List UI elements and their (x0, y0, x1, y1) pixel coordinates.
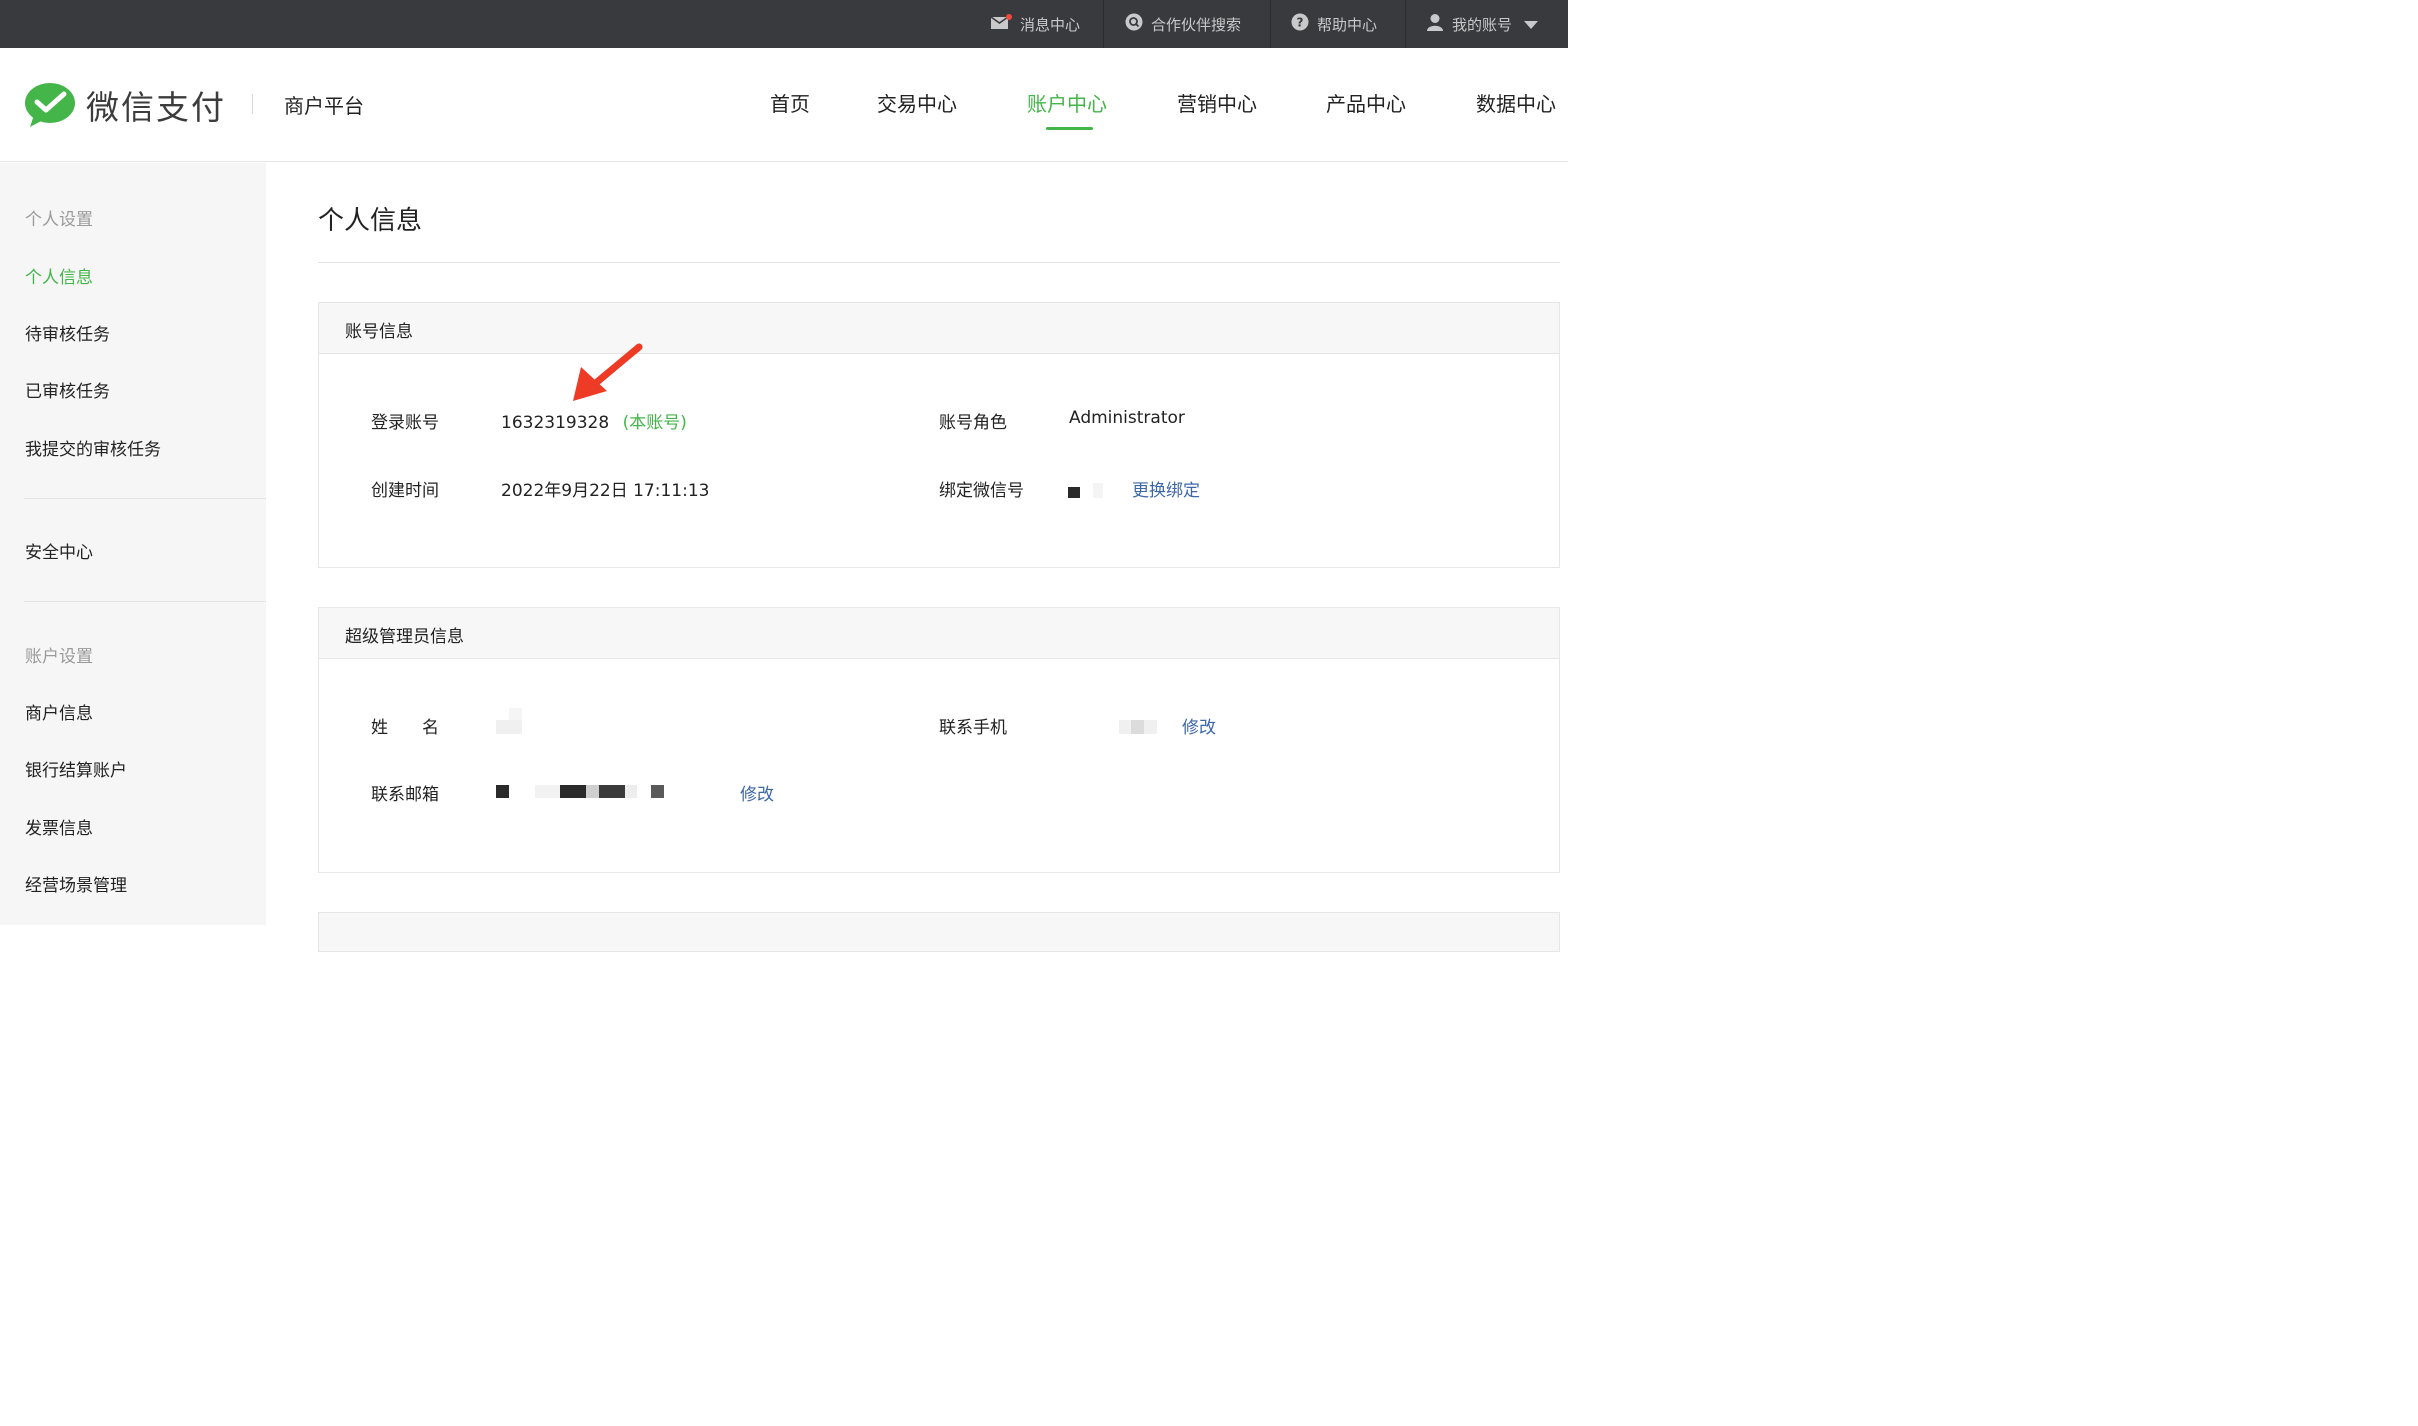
title-divider (318, 262, 1560, 263)
sidebar-item-personal-info[interactable]: 个人信息 (25, 263, 93, 288)
nav-product-center[interactable]: 产品中心 (1326, 88, 1406, 117)
help-icon: ? (1291, 13, 1309, 35)
sidebar-group-account: 账户设置 (25, 647, 93, 667)
rebind-wechat-link[interactable]: 更换绑定 (1132, 476, 1200, 501)
search-icon (1125, 13, 1143, 35)
email-edit-link[interactable]: 修改 (740, 780, 774, 805)
platform-name: 商户平台 (284, 94, 364, 118)
topbar-divider (1270, 0, 1271, 48)
topbar-divider (1405, 0, 1406, 48)
super-admin-panel: 超级管理员信息 姓 名 联系手机 修改 联系邮箱 修改 (318, 607, 1560, 873)
svg-text:?: ? (1297, 16, 1304, 30)
created-time-value: 2022年9月22日 17:11:13 (501, 481, 710, 501)
bound-wechat-label: 绑定微信号 (939, 481, 1024, 501)
created-time-label: 创建时间 (371, 481, 439, 501)
partner-search-label: 合作伙伴搜索 (1151, 15, 1242, 34)
contact-phone-label: 联系手机 (939, 718, 1007, 738)
nav-home[interactable]: 首页 (770, 88, 810, 117)
my-account-label: 我的账号 (1452, 15, 1513, 34)
phone-edit-link[interactable]: 修改 (1182, 713, 1216, 738)
help-center-label: 帮助中心 (1317, 15, 1378, 34)
help-center-link[interactable]: ? 帮助中心 (1291, 0, 1377, 48)
sidebar-item-security-center[interactable]: 安全中心 (25, 538, 93, 563)
login-account-label: 登录账号 (371, 413, 439, 433)
nav-account-center[interactable]: 账户中心 (1027, 88, 1107, 117)
sidebar-divider (24, 601, 266, 602)
wechat-pay-logo-icon[interactable] (24, 82, 76, 128)
sidebar-item-scene-mgmt[interactable]: 经营场景管理 (25, 871, 127, 896)
message-center-link[interactable]: 消息中心 (990, 0, 1080, 48)
nav-marketing-center[interactable]: 营销中心 (1177, 88, 1257, 117)
panel-header: 超级管理员信息 (319, 608, 1559, 659)
account-role-value: Administrator (1069, 408, 1185, 428)
panel-header: 账号信息 (319, 303, 1559, 354)
partner-search-link[interactable]: 合作伙伴搜索 (1125, 0, 1241, 48)
current-account-tag: (本账号) (622, 413, 687, 433)
user-icon (1426, 13, 1444, 35)
login-account-number: 1632319328 (501, 413, 610, 433)
nav-data-center[interactable]: 数据中心 (1476, 88, 1556, 117)
annotation-arrow-icon (573, 343, 643, 401)
sidebar-item-reviewed[interactable]: 已审核任务 (25, 377, 110, 402)
sidebar-item-merchant-info[interactable]: 商户信息 (25, 699, 93, 724)
chevron-down-icon (1524, 15, 1539, 33)
sidebar-divider (24, 498, 266, 499)
contact-email-label: 联系邮箱 (371, 785, 439, 805)
sidebar-group-personal: 个人设置 (25, 210, 93, 230)
sidebar-item-pending-review[interactable]: 待审核任务 (25, 320, 110, 345)
name-label: 姓 名 (371, 718, 439, 738)
nav-transaction-center[interactable]: 交易中心 (877, 88, 957, 117)
message-center-label: 消息中心 (1020, 15, 1081, 34)
panel-title: 账号信息 (345, 322, 413, 342)
account-role-label: 账号角色 (939, 413, 1007, 433)
top-utility-bar: 消息中心 合作伙伴搜索 ? 帮助中心 我的账号 (0, 0, 1568, 48)
mail-icon (990, 14, 1012, 34)
brand-name: 微信支付 (86, 88, 226, 127)
panel-title: 超级管理员信息 (345, 627, 464, 647)
sidebar-item-invoice-info[interactable]: 发票信息 (25, 814, 93, 839)
login-account-value: 1632319328 (本账号) (501, 408, 687, 433)
page-title: 个人信息 (318, 206, 423, 236)
active-nav-indicator (1046, 127, 1093, 130)
topbar-divider (1103, 0, 1104, 48)
my-account-menu[interactable]: 我的账号 (1426, 0, 1539, 48)
account-info-panel: 账号信息 登录账号 1632319328 (本账号) 账号角色 Administ… (318, 302, 1560, 568)
brand-divider (252, 94, 253, 114)
next-panel (318, 912, 1560, 952)
sidebar-item-my-submitted[interactable]: 我提交的审核任务 (25, 435, 161, 460)
sidebar: 个人设置 个人信息 待审核任务 已审核任务 我提交的审核任务 安全中心 账户设置… (0, 163, 266, 925)
sidebar-item-bank-account[interactable]: 银行结算账户 (25, 756, 127, 781)
main-header: 微信支付 商户平台 首页 交易中心 账户中心 营销中心 产品中心 数据中心 (0, 48, 1568, 162)
